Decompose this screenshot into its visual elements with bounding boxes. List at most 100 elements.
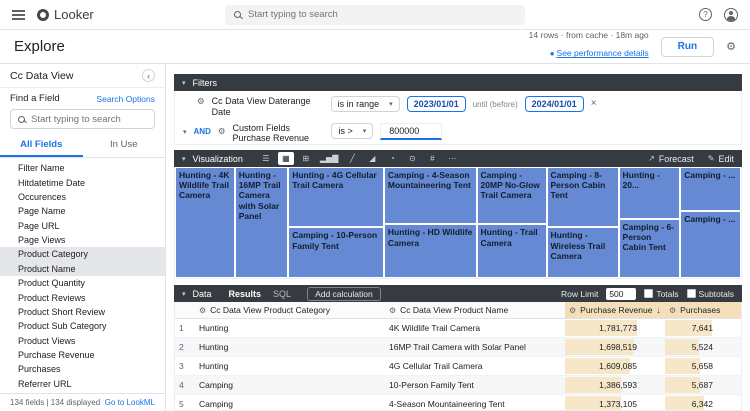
purchase-revenue-cell[interactable]: 1,781,773 [565,318,665,338]
purchases-cell[interactable]: 6,342 [665,394,741,410]
field-search-input[interactable] [31,113,147,125]
category-cell[interactable]: Hunting [195,356,385,376]
explore-settings-gear-icon[interactable]: ⚙ [726,40,736,53]
purchase-revenue-cell[interactable]: 1,386,593 [565,375,665,395]
product-name-cell[interactable]: 4G Cellular Trail Camera [385,356,565,376]
product-name-cell[interactable]: 16MP Trail Camera with Solar Panel [385,337,565,357]
treemap-cell[interactable]: Camping - 6-Person Cabin Tent [618,218,681,278]
area-chart-icon[interactable]: ◢ [364,152,380,165]
product-name-cell[interactable]: 4-Season Mountaineering Tent [385,394,565,410]
field-item[interactable]: Product Sub Category [0,319,165,333]
row-limit-input[interactable] [606,287,637,300]
field-item[interactable]: Product Quantity [0,276,165,290]
treemap-cell[interactable]: Camping - 20MP No-Glow Trail Camera [476,167,547,225]
treemap-cell[interactable]: Camping - 8-Person Cabin Tent [546,167,619,228]
filter-operator-select[interactable]: is in range ▾ [330,96,400,112]
treemap-cell[interactable]: Hunting - Trail Camera [476,224,547,278]
field-item[interactable]: Page Name [0,204,165,218]
filter-gear-icon[interactable]: ⚙ [218,123,226,138]
category-cell[interactable]: Hunting [195,318,385,338]
field-item[interactable]: Page Views [0,233,165,247]
pie-chart-icon[interactable]: ◔ [384,152,400,165]
global-search-input[interactable] [248,9,516,20]
field-search-box[interactable] [10,109,155,129]
product-name-cell[interactable]: 4K Wildlife Trail Camera [385,318,565,338]
treemap-chart-icon[interactable]: ▦ [277,152,294,165]
tab-in-use[interactable]: In Use [83,135,166,157]
treemap-cell[interactable]: Camping - 4-Season Mountaineering Tent [383,167,477,225]
performance-details-link[interactable]: See performance details [557,48,649,58]
more-options-icon[interactable]: ⋯ [444,152,460,165]
filters-collapse-icon[interactable]: ▾ [182,79,186,87]
purchases-column-header[interactable]: ⚙ Purchases [665,302,741,319]
field-item[interactable]: Product Views [0,334,165,348]
totals-checkbox[interactable] [644,289,654,298]
single-value-icon[interactable]: # [424,152,440,165]
data-section-header[interactable]: ▾ Data Results SQL Add calculation Row L… [174,285,742,302]
field-item[interactable]: Referrer URL [0,377,165,391]
tab-sql[interactable]: SQL [273,289,291,299]
purchase-revenue-cell[interactable]: 1,373,105 [565,394,665,410]
column-gear-icon[interactable]: ⚙ [199,306,206,315]
tab-all-fields[interactable]: All Fields [0,135,83,157]
treemap-cell[interactable]: Camping - ... [680,210,741,278]
subtotals-checkbox[interactable] [686,289,696,298]
data-collapse-icon[interactable]: ▾ [182,290,186,298]
category-cell[interactable]: Hunting [195,337,385,357]
column-gear-icon[interactable]: ⚙ [569,306,576,315]
treemap-cell[interactable]: Camping - 10-Person Family Tent [288,227,384,278]
help-icon[interactable]: ? [699,8,712,21]
hamburger-menu-icon[interactable] [12,9,25,20]
treemap-cell[interactable]: Hunting - 16MP Trail Camera with Solar P… [234,167,289,278]
product-name-column-header[interactable]: ⚙ Cc Data View Product Name [385,302,565,319]
tab-results[interactable]: Results [229,289,262,299]
field-item[interactable]: Product Short Review [0,305,165,319]
purchases-cell[interactable]: 7,641 [665,318,741,338]
treemap-cell[interactable]: Hunting - HD Wildlife Camera [383,224,477,278]
treemap-cell[interactable]: Camping - ... [680,167,741,211]
purchases-cell[interactable]: 5,524 [665,337,741,357]
chevron-down-icon[interactable]: ▾ [183,123,187,136]
field-item[interactable]: Occurences [0,190,165,204]
column-gear-icon[interactable]: ⚙ [669,306,676,315]
bar-chart-icon[interactable]: ▂▅▇ [318,152,340,165]
purchases-cell[interactable]: 5,687 [665,375,741,395]
search-options-link[interactable]: Search Options [96,94,155,104]
map-chart-icon[interactable]: ⊙ [404,152,420,165]
product-category-column-header[interactable]: ⚙ Cc Data View Product Category [195,302,385,319]
category-cell[interactable]: Camping [195,394,385,410]
treemap-cell[interactable]: Hunting - Wireless Trail Camera [546,227,619,278]
visualization-collapse-icon[interactable]: ▾ [182,155,186,163]
forecast-button[interactable]: ↗ Forecast [648,154,694,164]
field-item[interactable]: Purchase Revenue [0,348,165,362]
field-item[interactable]: Product Name [0,261,165,276]
filter-gear-icon[interactable]: ⚙ [197,96,205,108]
line-chart-icon[interactable]: ╱ [344,152,360,165]
product-name-cell[interactable]: 10-Person Family Tent [385,375,565,395]
visualization-section-header[interactable]: ▾ Visualization ☰ ▦ ⊞ ▂▅▇ ╱ ◢ ◔ ⊙ # ⋯ ↗ Forecast … [174,150,742,167]
filter-end-date-input[interactable]: 2024/01/01 [524,96,584,112]
field-item[interactable]: Product Reviews [0,290,165,304]
collapse-sidebar-icon[interactable]: ‹ [142,69,155,82]
purchase-revenue-cell[interactable]: 1,698,519 [565,337,665,357]
filter-value-input[interactable]: 800000 [380,122,443,140]
global-search[interactable] [225,4,525,25]
filter-start-date-input[interactable]: 2023/01/01 [406,96,466,112]
account-icon[interactable] [724,7,738,22]
treemap-cell[interactable]: Hunting - 4K Wildlife Trail Camera [175,167,235,278]
run-button[interactable]: Run [660,36,715,57]
purchases-cell[interactable]: 5,658 [665,356,741,376]
field-item[interactable]: Hitdatetime Date [0,175,165,189]
remove-filter-icon[interactable]: × [591,96,597,109]
edit-button[interactable]: ✎ Edit [708,154,734,164]
table-chart-icon[interactable]: ⊞ [298,152,314,165]
field-item[interactable]: Page URL [0,219,165,233]
column-gear-icon[interactable]: ⚙ [389,306,396,315]
purchase-revenue-column-header[interactable]: ⚙ Purchase Revenue ↓ [565,302,665,319]
purchase-revenue-cell[interactable]: 1,609,085 [565,356,665,376]
treemap-cell[interactable]: Hunting - 20... [618,167,681,219]
category-cell[interactable]: Camping [195,375,385,395]
treemap-cell[interactable]: Hunting - 4G Cellular Trail Camera [288,167,384,228]
field-item[interactable]: Product Category [0,247,165,262]
field-item[interactable]: Filter Name [0,161,165,175]
